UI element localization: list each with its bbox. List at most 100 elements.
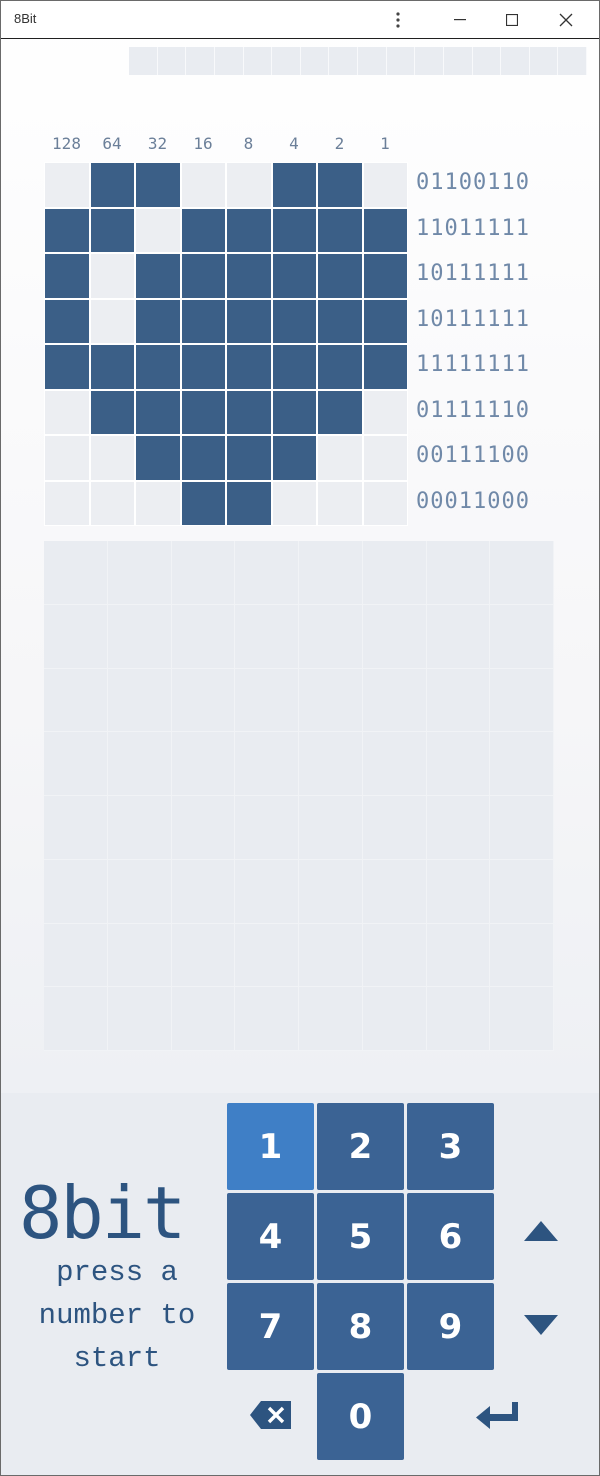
pixel-cell[interactable] [226, 480, 272, 526]
board-cell [107, 541, 172, 605]
board-cell [426, 732, 491, 796]
pixel-cell[interactable] [226, 344, 272, 390]
key-4-button[interactable]: 4 [227, 1193, 314, 1280]
pixel-cell[interactable] [89, 298, 135, 344]
close-icon[interactable] [543, 1, 589, 38]
pixel-cell[interactable] [226, 162, 272, 208]
key-2-button[interactable]: 2 [317, 1103, 404, 1190]
board-cell [490, 796, 554, 860]
board-cell [426, 796, 491, 860]
pixel-cell[interactable] [44, 389, 90, 435]
pixel-grid [44, 162, 408, 526]
top-strip-cell [129, 47, 158, 75]
pixel-cell[interactable] [362, 480, 408, 526]
pixel-cell[interactable] [180, 298, 226, 344]
pixel-cell[interactable] [135, 344, 181, 390]
maximize-icon[interactable] [489, 1, 535, 38]
enter-icon[interactable] [471, 1395, 523, 1435]
top-strip-cell [529, 47, 559, 75]
pixel-cell[interactable] [180, 344, 226, 390]
pixel-cell[interactable] [271, 298, 317, 344]
key-6-button[interactable]: 6 [407, 1193, 494, 1280]
pixel-cell[interactable] [44, 253, 90, 299]
pixel-cell[interactable] [135, 435, 181, 481]
pixel-cell[interactable] [135, 480, 181, 526]
pixel-cell[interactable] [317, 298, 363, 344]
row-binary-label: 01100110 [416, 170, 530, 195]
pixel-cell[interactable] [89, 344, 135, 390]
pixel-cell[interactable] [44, 344, 90, 390]
pixel-cell[interactable] [362, 162, 408, 208]
pixel-cell[interactable] [180, 207, 226, 253]
pixel-cell[interactable] [89, 480, 135, 526]
pixel-cell[interactable] [226, 253, 272, 299]
pixel-cell[interactable] [135, 207, 181, 253]
pixel-cell[interactable] [135, 389, 181, 435]
pixel-cell[interactable] [271, 253, 317, 299]
pixel-cell[interactable] [44, 207, 90, 253]
pixel-cell[interactable] [317, 207, 363, 253]
pixel-cell[interactable] [89, 435, 135, 481]
pixel-cell[interactable] [317, 389, 363, 435]
pixel-cell[interactable] [135, 162, 181, 208]
column-header: 64 [102, 134, 122, 153]
board-cell [171, 796, 236, 860]
board-cell [426, 604, 491, 669]
pixel-cell[interactable] [89, 162, 135, 208]
pixel-cell[interactable] [226, 207, 272, 253]
pixel-cell[interactable] [362, 298, 408, 344]
pixel-cell[interactable] [317, 480, 363, 526]
pixel-cell[interactable] [226, 435, 272, 481]
pixel-cell[interactable] [44, 162, 90, 208]
more-options-icon[interactable] [375, 1, 421, 38]
key-8-button[interactable]: 8 [317, 1283, 404, 1370]
pixel-cell[interactable] [44, 435, 90, 481]
pixel-cell[interactable] [180, 253, 226, 299]
pixel-cell[interactable] [362, 207, 408, 253]
pixel-cell[interactable] [226, 298, 272, 344]
pixel-cell[interactable] [271, 480, 317, 526]
pixel-cell[interactable] [317, 253, 363, 299]
pixel-cell[interactable] [89, 253, 135, 299]
pixel-cell[interactable] [180, 435, 226, 481]
pixel-cell[interactable] [271, 162, 317, 208]
key-5-button[interactable]: 5 [317, 1193, 404, 1280]
pixel-cell[interactable] [271, 344, 317, 390]
top-strip-cell [157, 47, 187, 75]
key-7-button[interactable]: 7 [227, 1283, 314, 1370]
key-9-button[interactable]: 9 [407, 1283, 494, 1370]
column-header: 8 [243, 134, 254, 153]
board-cell [171, 859, 236, 924]
pixel-cell[interactable] [317, 162, 363, 208]
pixel-cell[interactable] [271, 207, 317, 253]
pixel-cell[interactable] [362, 435, 408, 481]
down-arrow-icon[interactable] [519, 1307, 563, 1343]
minimize-icon[interactable] [437, 1, 483, 38]
key-0-button[interactable]: 0 [317, 1373, 404, 1460]
pixel-cell[interactable] [271, 389, 317, 435]
pixel-cell[interactable] [226, 389, 272, 435]
up-arrow-icon[interactable] [519, 1213, 563, 1249]
pixel-cell[interactable] [135, 253, 181, 299]
pixel-cell[interactable] [362, 344, 408, 390]
key-3-button[interactable]: 3 [407, 1103, 494, 1190]
pixel-cell[interactable] [317, 435, 363, 481]
pixel-cell[interactable] [89, 389, 135, 435]
pixel-cell[interactable] [89, 207, 135, 253]
pixel-cell[interactable] [362, 253, 408, 299]
backspace-icon[interactable] [245, 1395, 297, 1435]
pixel-cell[interactable] [180, 480, 226, 526]
board-cell [107, 732, 172, 796]
pixel-cell[interactable] [317, 344, 363, 390]
pixel-cell[interactable] [180, 162, 226, 208]
pixel-cell[interactable] [44, 298, 90, 344]
pixel-cell[interactable] [271, 435, 317, 481]
pixel-cell[interactable] [180, 389, 226, 435]
pixel-cell[interactable] [44, 480, 90, 526]
row-binary-label: 10111111 [416, 306, 530, 332]
board-cell [107, 796, 172, 860]
pixel-cell[interactable] [135, 298, 181, 344]
title-bar: 8Bit [1, 1, 599, 39]
pixel-cell[interactable] [362, 389, 408, 435]
key-1-button[interactable]: 1 [227, 1103, 314, 1190]
